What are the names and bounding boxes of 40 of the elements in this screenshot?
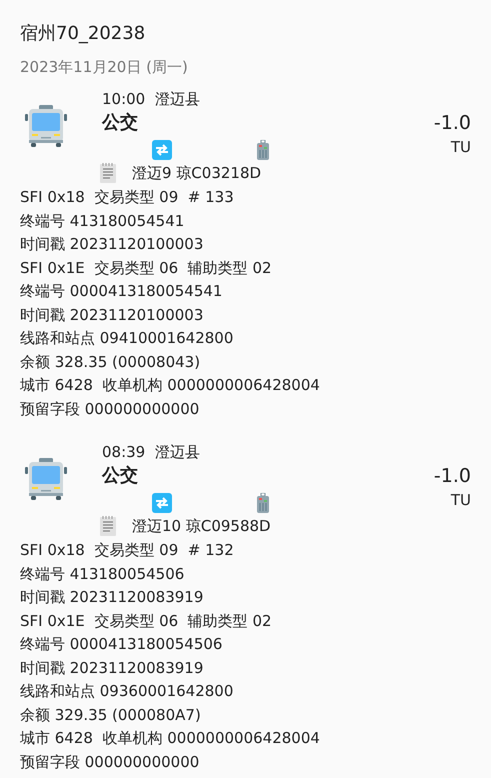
- luggage-icon: [257, 493, 269, 513]
- route-info: 澄迈9 琼C03218D: [132, 164, 262, 182]
- swap-icon: [152, 140, 172, 160]
- detail-line: 终端号 0000413180054506: [20, 634, 224, 655]
- detail-line: 时间戳 20231120100003: [20, 304, 204, 326]
- detail-line: SFI 0x1E 交易类型 06 辅助类型 02: [20, 610, 273, 632]
- card-title: 宿州70_20238: [20, 22, 146, 46]
- detail-line: 终端号 413180054541: [20, 210, 186, 232]
- detail-line: 余额 328.35 (00008043): [20, 352, 202, 372]
- time-location: 10:00 澄迈县: [102, 89, 201, 110]
- detail-line: 预留字段 000000000000: [20, 398, 200, 420]
- detail-line: 时间戳 20231120100003: [20, 234, 204, 255]
- bus-icon: [24, 457, 68, 501]
- notepad-icon: [100, 163, 116, 183]
- detail-line: 终端号 0000413180054541: [20, 281, 224, 302]
- date-header: 2023年11月20日 (周一): [20, 57, 189, 78]
- detail-line: 线路和站点 09360001642800: [20, 681, 234, 702]
- detail-line: 城市 6428 收单机构 0000000006428004: [20, 375, 321, 396]
- detail-line: 余额 329.35 (000080A7): [20, 704, 202, 726]
- time-location: 08:39 澄迈县: [102, 442, 201, 463]
- detail-line: 时间戳 20231120083919: [20, 658, 204, 678]
- transaction-type: 公交: [102, 464, 139, 488]
- transaction-type: 公交: [102, 111, 139, 135]
- detail-line: SFI 0x18 交易类型 09 # 133: [20, 187, 235, 208]
- amount: -1.0: [434, 111, 471, 136]
- detail-line: SFI 0x1E 交易类型 06 辅助类型 02: [20, 258, 273, 278]
- luggage-icon: [257, 140, 269, 160]
- detail-line: 时间戳 20231120083919: [20, 587, 204, 608]
- detail-line: 终端号 413180054506: [20, 564, 186, 584]
- detail-line: SFI 0x18 交易类型 09 # 132: [20, 540, 235, 561]
- detail-line: 线路和站点 09410001642800: [20, 328, 234, 349]
- bus-icon: [24, 104, 68, 148]
- amount: -1.0: [434, 464, 471, 489]
- currency-label: TU: [450, 137, 471, 158]
- route-info: 澄迈10 琼C09588D: [132, 516, 271, 536]
- detail-line: 预留字段 000000000000: [20, 752, 200, 772]
- detail-line: 城市 6428 收单机构 0000000006428004: [20, 728, 321, 749]
- notepad-icon: [100, 516, 116, 536]
- swap-icon: [152, 493, 172, 513]
- currency-label: TU: [450, 490, 471, 511]
